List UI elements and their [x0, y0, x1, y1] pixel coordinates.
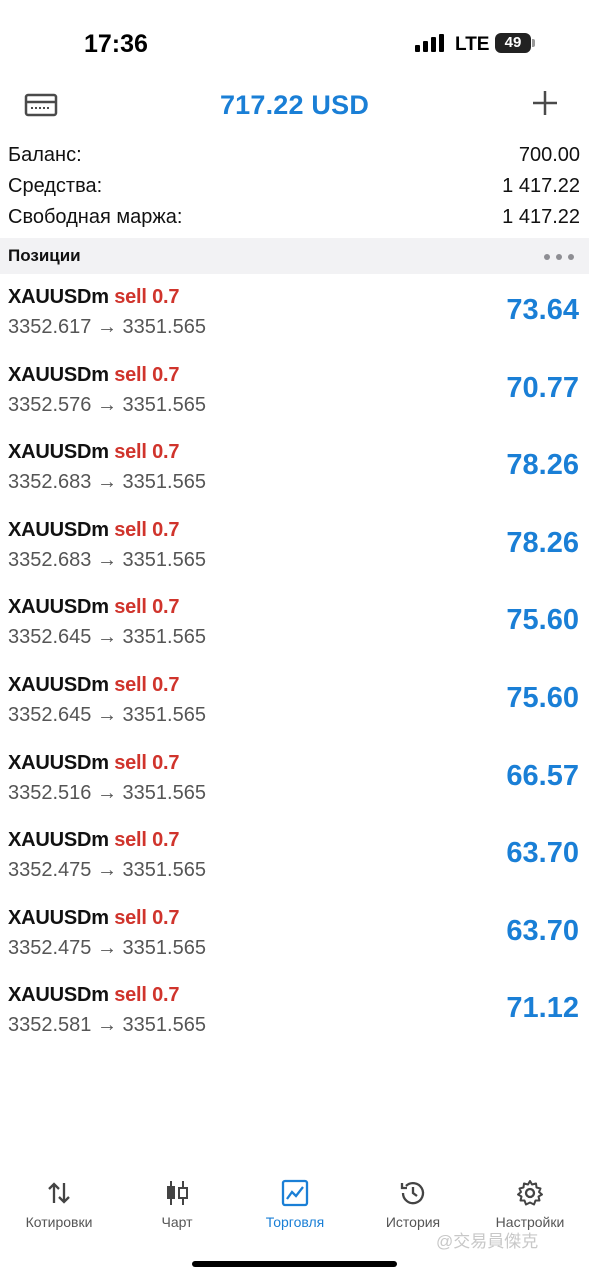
- position-title: XAUUSDm sell 0.7: [8, 673, 180, 697]
- position-row[interactable]: XAUUSDm sell 0.7 3352.645 → 3351.565 75.…: [0, 588, 589, 666]
- network-type: LTE: [455, 34, 490, 55]
- tab-label: Чарт: [161, 1214, 193, 1230]
- position-profit: 78.26: [506, 449, 579, 482]
- tab-chart[interactable]: Чарт: [118, 1170, 236, 1240]
- position-title: XAUUSDm sell 0.7: [8, 596, 180, 619]
- position-symbol: XAUUSDm: [8, 596, 109, 619]
- more-options-icon[interactable]: [544, 254, 574, 260]
- free-margin-row: Свободная маржа: 1 417.22: [0, 204, 589, 235]
- account-equity-title: 717.22 USD: [219, 90, 370, 120]
- trade-chart-icon: [281, 1179, 309, 1207]
- position-row[interactable]: XAUUSDm sell 0.7 3352.683 → 3351.565 78.…: [0, 511, 589, 589]
- free-margin-value: 1 417.22: [502, 206, 580, 228]
- position-profit: 75.60: [506, 681, 579, 714]
- tab-quotes[interactable]: Котировки: [0, 1170, 118, 1240]
- position-title: XAUUSDm sell 0.7: [8, 363, 180, 387]
- position-symbol: XAUUSDm: [8, 829, 109, 852]
- position-title: XAUUSDm sell 0.7: [8, 751, 180, 775]
- position-title: XAUUSDm sell 0.7: [8, 518, 180, 542]
- position-side: sell 0.7: [114, 751, 180, 774]
- position-prices: 3352.581 → 3351.565: [8, 1014, 206, 1037]
- position-profit: 75.60: [506, 604, 579, 637]
- status-time: 17:36: [84, 30, 148, 58]
- positions-section-title: Позиции: [8, 246, 81, 265]
- positions-list: XAUUSDm sell 0.7 3352.617 → 3351.565 73.…: [0, 278, 589, 1054]
- position-side: sell 0.7: [114, 673, 180, 696]
- position-prices: 3352.683 → 3351.565: [8, 471, 206, 494]
- history-clock-icon: [400, 1182, 425, 1205]
- free-margin-label: Свободная маржа:: [8, 206, 183, 228]
- equity-value: 1 417.22: [502, 175, 580, 197]
- position-symbol: XAUUSDm: [8, 286, 109, 308]
- equity-label: Средства:: [8, 175, 103, 197]
- position-symbol: XAUUSDm: [8, 751, 109, 774]
- position-row[interactable]: XAUUSDm sell 0.7 3352.645 → 3351.565 75.…: [0, 666, 589, 744]
- tab-label: Котировки: [25, 1214, 93, 1230]
- position-row[interactable]: XAUUSDm sell 0.7 3352.581 → 3351.565 71.…: [0, 976, 589, 1054]
- position-prices: 3352.516 → 3351.565: [8, 781, 206, 804]
- position-prices: 3352.683 → 3351.565: [8, 548, 206, 571]
- position-profit: 63.70: [506, 837, 579, 870]
- position-row[interactable]: XAUUSDm sell 0.7 3352.683 → 3351.565 78.…: [0, 433, 589, 511]
- battery-icon: 49: [495, 33, 531, 53]
- top-header: 717.22 USD: [0, 80, 589, 132]
- positions-section-header: Позиции: [0, 238, 589, 274]
- battery-tip: [532, 39, 535, 47]
- position-symbol: XAUUSDm: [8, 363, 109, 386]
- position-title: XAUUSDm sell 0.7: [8, 984, 180, 1007]
- watermark-text: @交易員傑克: [436, 1232, 539, 1251]
- position-symbol: XAUUSDm: [8, 518, 109, 541]
- position-profit: 71.12: [506, 992, 579, 1025]
- position-profit: 70.77: [506, 371, 579, 404]
- position-side: sell 0.7: [114, 906, 180, 929]
- balance-label: Баланс:: [8, 144, 82, 166]
- position-row[interactable]: XAUUSDm sell 0.7 3352.516 → 3351.565 66.…: [0, 744, 589, 822]
- quotes-arrows-icon: [48, 1182, 70, 1204]
- position-profit: 73.64: [506, 294, 579, 326]
- position-profit: 66.57: [506, 759, 579, 792]
- balance-value: 700.00: [518, 144, 580, 166]
- status-bar: 17:36 LTE 49: [0, 0, 589, 86]
- position-row[interactable]: XAUUSDm sell 0.7 3352.475 → 3351.565 63.…: [0, 899, 589, 977]
- position-title: XAUUSDm sell 0.7: [8, 441, 180, 464]
- account-summary: Баланс: 700.00 Средства: 1 417.22 Свобод…: [0, 142, 589, 235]
- position-title: XAUUSDm sell 0.7: [8, 286, 180, 309]
- position-side: sell 0.7: [114, 286, 180, 308]
- gear-icon: [517, 1180, 543, 1206]
- position-prices: 3352.576 → 3351.565: [8, 393, 206, 416]
- position-prices: 3352.475 → 3351.565: [8, 936, 206, 959]
- position-prices: 3352.645 → 3351.565: [8, 703, 206, 726]
- balance-row: Баланс: 700.00: [0, 142, 589, 173]
- position-prices: 3352.645 → 3351.565: [8, 626, 206, 649]
- tab-label: Торговля: [265, 1214, 325, 1230]
- position-side: sell 0.7: [114, 518, 180, 541]
- position-side: sell 0.7: [114, 363, 180, 386]
- home-indicator[interactable]: [192, 1261, 397, 1267]
- position-symbol: XAUUSDm: [8, 984, 109, 1007]
- position-row[interactable]: XAUUSDm sell 0.7 3352.475 → 3351.565 63.…: [0, 821, 589, 899]
- position-side: sell 0.7: [114, 984, 180, 1007]
- add-order-plus-icon[interactable]: [530, 88, 564, 122]
- position-prices: 3352.475 → 3351.565: [8, 859, 206, 882]
- position-symbol: XAUUSDm: [8, 441, 109, 464]
- position-prices: 3352.617 → 3351.565: [8, 316, 206, 338]
- position-symbol: XAUUSDm: [8, 906, 109, 929]
- position-side: sell 0.7: [114, 829, 180, 852]
- candlestick-icon: [167, 1181, 188, 1205]
- equity-row: Средства: 1 417.22: [0, 173, 589, 204]
- cellular-signal-icon: [415, 34, 445, 52]
- tab-trade[interactable]: Торговля: [236, 1170, 354, 1240]
- position-side: sell 0.7: [114, 596, 180, 619]
- position-row[interactable]: XAUUSDm sell 0.7 3352.576 → 3351.565 70.…: [0, 356, 589, 434]
- position-profit: 63.70: [506, 914, 579, 947]
- position-title: XAUUSDm sell 0.7: [8, 829, 180, 852]
- position-title: XAUUSDm sell 0.7: [8, 906, 180, 930]
- position-side: sell 0.7: [114, 441, 180, 464]
- position-profit: 78.26: [506, 526, 579, 559]
- position-symbol: XAUUSDm: [8, 673, 109, 696]
- position-row[interactable]: XAUUSDm sell 0.7 3352.617 → 3351.565 73.…: [0, 278, 589, 356]
